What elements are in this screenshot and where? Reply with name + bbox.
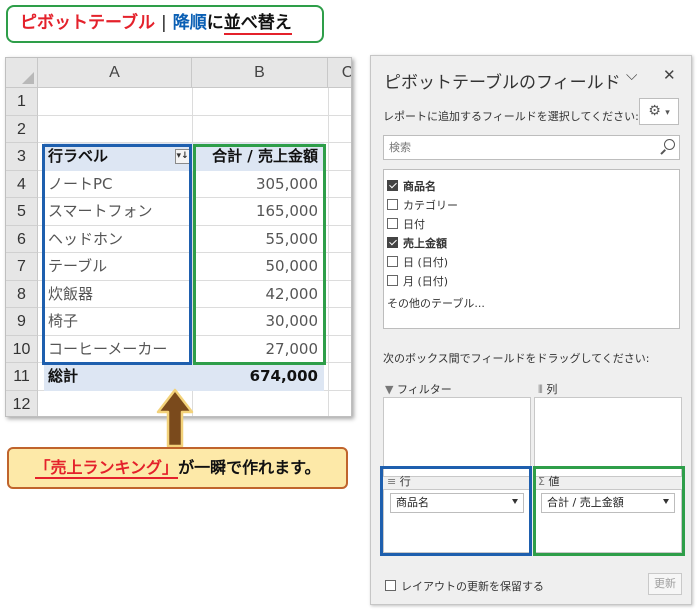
pivot-total-value[interactable]: 674,000	[192, 363, 324, 391]
row-header[interactable]: 6	[6, 225, 38, 253]
select-all-corner[interactable]	[6, 58, 38, 88]
caption-rest: が一瞬で作れます。	[178, 458, 321, 477]
checkbox[interactable]	[385, 580, 396, 591]
tools-button[interactable]: ⚙ ▾	[639, 98, 679, 125]
field-item-month[interactable]: 月 (日付)	[387, 273, 448, 291]
row-header[interactable]: 11	[6, 363, 38, 391]
field-label: 日 (日付)	[403, 256, 449, 269]
defer-label: レイアウトの更新を保留する	[401, 580, 544, 593]
search-icon	[664, 139, 675, 150]
column-header-c[interactable]: C	[328, 58, 351, 88]
highlight-values-area	[533, 466, 685, 556]
field-item-day[interactable]: 日 (日付)	[387, 254, 448, 272]
field-list: 商品名 カテゴリー 日付 売上金額 日 (日付) 月 (日付) その他のテーブル…	[383, 169, 680, 329]
checkbox[interactable]	[387, 218, 398, 229]
highlight-values	[193, 144, 326, 365]
columns-area[interactable]	[534, 397, 682, 477]
caption-box: 「売上ランキング」が一瞬で作れます。	[7, 447, 348, 489]
field-item-date[interactable]: 日付	[387, 216, 425, 234]
row-header[interactable]: 4	[6, 170, 38, 198]
gear-icon: ⚙	[648, 103, 661, 119]
search-placeholder: 検索	[389, 141, 411, 154]
field-label: カテゴリー	[403, 199, 458, 212]
row-header[interactable]: 1	[6, 88, 38, 116]
row-header[interactable]: 3	[6, 143, 38, 171]
search-field[interactable]: 検索	[383, 135, 680, 160]
drag-hint: 次のボックス間でフィールドをドラッグしてください:	[383, 352, 650, 365]
field-item-category[interactable]: カテゴリー	[387, 197, 458, 215]
chevron-down-icon: ▾	[665, 108, 670, 118]
checkbox-checked[interactable]	[387, 180, 398, 191]
title-banner: ピボットテーブル | 降順に並べ替え	[6, 5, 324, 43]
columns-icon: ⦀	[538, 383, 543, 396]
banner-separator: |	[160, 13, 167, 33]
field-label: 月 (日付)	[403, 275, 449, 288]
checkbox[interactable]	[387, 256, 398, 267]
row-header[interactable]: 10	[6, 335, 38, 363]
checkbox-checked[interactable]	[387, 237, 398, 248]
row-header[interactable]: 12	[6, 390, 38, 416]
checkbox[interactable]	[387, 275, 398, 286]
excel-sheet: A B C 1 2 3 4 5 6 7 8 9 10 11 12 行ラベル ▾↓…	[5, 57, 352, 417]
banner-sort: 並べ替え	[223, 13, 292, 35]
pane-subtitle: レポートに追加するフィールドを選択してください:	[383, 110, 639, 123]
banner-descending: 降順	[172, 13, 207, 33]
row-header[interactable]: 9	[6, 308, 38, 336]
field-label: 商品名	[403, 180, 436, 193]
banner-pivot-table: ピボットテーブル	[20, 13, 155, 33]
chevron-down-icon[interactable]: ⌵	[626, 66, 637, 84]
field-label: 日付	[403, 218, 425, 231]
row-header[interactable]: 5	[6, 198, 38, 226]
columns-area-label: ⦀ 列	[538, 383, 558, 396]
highlight-row-labels	[42, 144, 192, 365]
field-item-product-name[interactable]: 商品名	[387, 178, 436, 196]
pivot-total-label[interactable]: 総計	[44, 363, 192, 391]
update-button[interactable]: 更新	[648, 573, 682, 595]
pivot-field-list-pane: ピボットテーブルのフィールド ⌵ ✕ レポートに追加するフィールドを選択してくだ…	[370, 55, 692, 605]
caption-highlight: 「売上ランキング」	[34, 458, 179, 479]
highlight-rows-area	[380, 466, 532, 556]
pane-title: ピボットテーブルのフィールド	[384, 73, 621, 93]
up-arrow-icon	[156, 388, 194, 448]
close-icon[interactable]: ✕	[663, 66, 676, 84]
defer-layout-update[interactable]: レイアウトの更新を保留する	[385, 578, 544, 594]
column-header-a[interactable]: A	[38, 58, 192, 88]
row-header[interactable]: 7	[6, 253, 38, 281]
field-item-sales-amount[interactable]: 売上金額	[387, 235, 447, 253]
checkbox[interactable]	[387, 199, 398, 210]
filter-area[interactable]	[383, 397, 531, 477]
filter-area-label: ▼ フィルター	[385, 383, 452, 396]
more-tables-link[interactable]: その他のテーブル...	[387, 295, 485, 311]
field-label: 売上金額	[403, 237, 447, 250]
row-header[interactable]: 8	[6, 280, 38, 308]
column-header-b[interactable]: B	[192, 58, 328, 88]
row-header[interactable]: 2	[6, 115, 38, 143]
banner-particle: に	[206, 13, 224, 33]
filter-icon: ▼	[385, 383, 394, 396]
